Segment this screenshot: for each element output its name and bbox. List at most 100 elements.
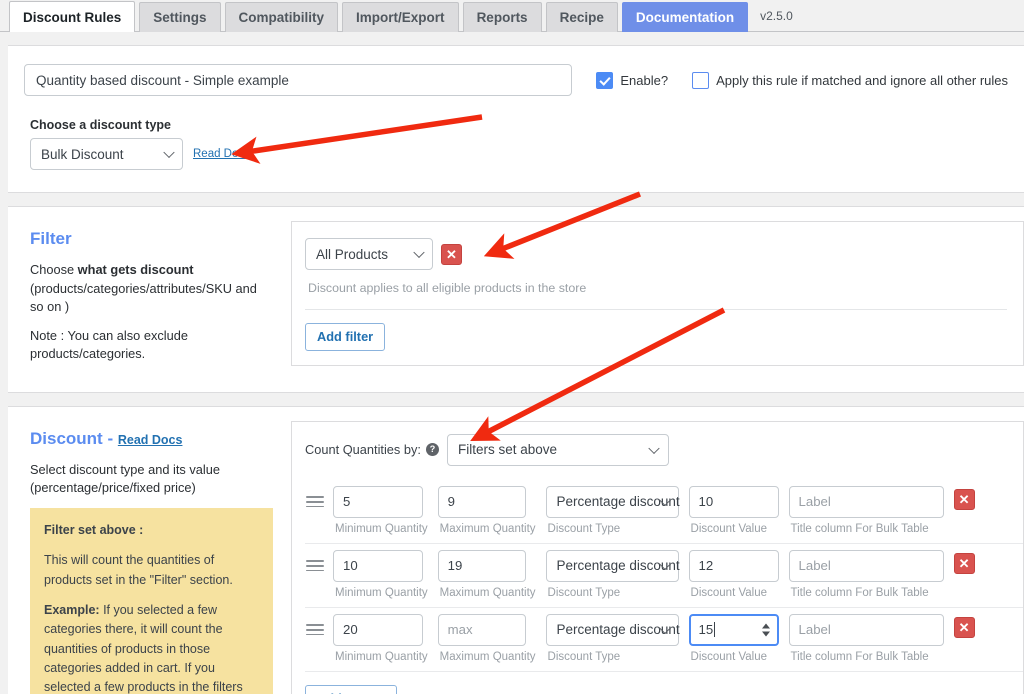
tab-label: Reports — [477, 10, 528, 25]
rule-title-input[interactable] — [24, 64, 572, 96]
remove-filter-button[interactable]: ✕ — [441, 244, 462, 265]
count-quantities-row: Count Quantities by: ? Filters set above — [305, 434, 1023, 466]
discount-value-sublabel: Discount Value — [689, 523, 779, 535]
discount-value-input[interactable]: 12 — [689, 550, 779, 582]
discount-type-label: Choose a discount type — [30, 118, 1024, 132]
add-range-button[interactable]: Add Range — [305, 685, 397, 694]
discount-value-cell: 12 Discount Value — [689, 550, 779, 599]
min-qty-input[interactable]: 20 — [333, 614, 423, 646]
discount-type-select[interactable]: Percentage discount — [546, 614, 679, 646]
drag-handle-icon[interactable] — [306, 550, 324, 582]
remove-row-wrap: ✕ — [954, 550, 975, 574]
number-stepper[interactable] — [762, 623, 770, 636]
tab-settings[interactable]: Settings — [139, 2, 220, 32]
discount-desc-1: Select discount type and its value — [30, 462, 220, 477]
tab-bar: Discount Rules Settings Compatibility Im… — [0, 0, 1024, 32]
discount-value-input[interactable]: 10 — [689, 486, 779, 518]
tab-label: Discount Rules — [23, 10, 121, 25]
note-heading: Filter set above : — [44, 523, 143, 537]
enable-label: Enable? — [620, 73, 668, 88]
filter-target-value: All Products — [316, 247, 388, 262]
remove-row-button[interactable]: ✕ — [954, 489, 975, 510]
table-row: 10 Minimum Quantity 19 Maximum Quantity … — [305, 544, 1023, 599]
bulk-label-cell: Label Title column For Bulk Table — [789, 614, 944, 663]
max-qty-cell: 9 Maximum Quantity — [438, 486, 536, 535]
discount-read-docs-link[interactable]: Read Docs — [118, 433, 183, 447]
bulk-label-sublabel: Title column For Bulk Table — [789, 587, 944, 599]
discount-panel: Discount - Read Docs Select discount typ… — [8, 406, 1024, 694]
discount-type-value: Bulk Discount — [41, 147, 124, 162]
tab-compatibility[interactable]: Compatibility — [225, 2, 339, 32]
text-caret — [714, 622, 715, 637]
filter-target-select[interactable]: All Products — [305, 238, 433, 270]
discount-value-text: 15 — [699, 622, 714, 637]
discount-description: Discount - Read Docs Select discount typ… — [8, 407, 291, 694]
discount-value-sublabel: Discount Value — [689, 587, 779, 599]
discount-info-note: Filter set above : This will count the q… — [30, 508, 273, 694]
discount-title: Discount - Read Docs — [30, 429, 273, 449]
tab-import-export[interactable]: Import/Export — [342, 2, 459, 32]
max-qty-sublabel: Maximum Quantity — [438, 523, 536, 535]
count-quantities-value: Filters set above — [458, 442, 557, 457]
enable-checkbox-group[interactable]: Enable? — [596, 72, 668, 89]
chevron-down-icon — [413, 247, 424, 258]
version-label: v2.5.0 — [760, 1, 793, 31]
discount-type-cell: Percentage discount Discount Type — [546, 486, 679, 535]
drag-handle-icon[interactable] — [306, 486, 324, 518]
rule-title-panel: Enable? Apply this rule if matched and i… — [8, 45, 1024, 193]
discount-type-select[interactable]: Percentage discount — [546, 550, 679, 582]
note-p2-bold: Example: — [44, 603, 100, 617]
add-filter-button[interactable]: Add filter — [305, 323, 385, 351]
discount-type-cell: Percentage discount Discount Type — [546, 614, 679, 663]
min-qty-input[interactable]: 10 — [333, 550, 423, 582]
bulk-label-input[interactable]: Label — [789, 614, 944, 646]
remove-row-button[interactable]: ✕ — [954, 617, 975, 638]
discount-type-sublabel: Discount Type — [546, 587, 679, 599]
filter-desc-b: what gets discount — [78, 262, 194, 277]
exclusive-label: Apply this rule if matched and ignore al… — [716, 73, 1008, 88]
filter-panel: Filter Choose what gets discount (produc… — [8, 206, 1024, 393]
chevron-down-icon — [163, 147, 174, 158]
divider — [305, 309, 1007, 310]
note-p2: Example: If you selected a few categorie… — [44, 601, 259, 694]
discount-title-text: Discount - — [30, 429, 118, 448]
max-qty-input[interactable]: 9 — [438, 486, 526, 518]
discount-value-input[interactable]: 15 — [689, 614, 779, 646]
max-qty-cell: 19 Maximum Quantity — [438, 550, 536, 599]
exclusive-checkbox[interactable] — [692, 72, 709, 89]
spacer — [0, 32, 1024, 45]
info-icon[interactable]: ? — [426, 443, 439, 456]
bulk-label-cell: Label Title column For Bulk Table — [789, 550, 944, 599]
discount-type-read-docs-link[interactable]: Read Docs — [193, 148, 250, 160]
discount-desc: Select discount type and its value (perc… — [30, 461, 273, 498]
bulk-label-input[interactable]: Label — [789, 550, 944, 582]
exclusive-checkbox-group[interactable]: Apply this rule if matched and ignore al… — [692, 72, 1008, 89]
min-qty-sublabel: Minimum Quantity — [333, 651, 428, 663]
discount-type-group: Choose a discount type Bulk Discount Rea… — [8, 96, 1024, 170]
tab-label: Recipe — [560, 10, 604, 25]
enable-checkbox[interactable] — [596, 72, 613, 89]
plugin-admin-page: Discount Rules Settings Compatibility Im… — [0, 0, 1024, 694]
filter-desc-c: (products/categories/attributes/SKU and … — [30, 281, 257, 315]
tab-documentation[interactable]: Documentation — [622, 2, 748, 32]
discount-type-select[interactable]: Percentage discount — [546, 486, 679, 518]
filter-desc: Choose what gets discount (products/cate… — [30, 261, 273, 317]
bulk-label-cell: Label Title column For Bulk Table — [789, 486, 944, 535]
count-quantities-select[interactable]: Filters set above — [447, 434, 669, 466]
max-qty-input[interactable]: max — [438, 614, 526, 646]
discount-type-select[interactable]: Bulk Discount — [30, 138, 183, 170]
tab-recipe[interactable]: Recipe — [546, 2, 618, 32]
tab-reports[interactable]: Reports — [463, 2, 542, 32]
discount-controls: Count Quantities by: ? Filters set above… — [291, 407, 1024, 694]
min-qty-cell: 5 Minimum Quantity — [333, 486, 428, 535]
min-qty-cell: 10 Minimum Quantity — [333, 550, 428, 599]
drag-handle-icon[interactable] — [306, 614, 324, 646]
table-row: 5 Minimum Quantity 9 Maximum Quantity Pe… — [305, 480, 1023, 535]
filter-section: Filter Choose what gets discount (produc… — [8, 207, 1024, 392]
tab-discount-rules[interactable]: Discount Rules — [9, 1, 135, 32]
min-qty-input[interactable]: 5 — [333, 486, 423, 518]
discount-value-sublabel: Discount Value — [689, 651, 779, 663]
max-qty-input[interactable]: 19 — [438, 550, 526, 582]
bulk-label-input[interactable]: Label — [789, 486, 944, 518]
remove-row-button[interactable]: ✕ — [954, 553, 975, 574]
